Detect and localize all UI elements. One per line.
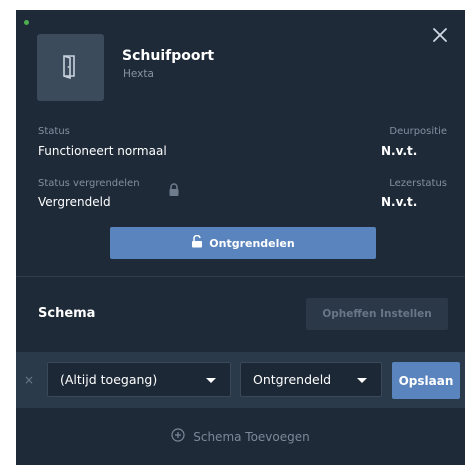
schema-title: Schema	[38, 306, 96, 321]
close-icon[interactable]	[429, 24, 451, 46]
door-icon	[60, 53, 82, 83]
lock-status-label: Status vergrendelen	[38, 178, 140, 189]
state-select[interactable]: Ontgrendeld	[240, 362, 382, 397]
reader-status-label: Lezerstatus	[389, 178, 447, 189]
door-position-value: N.v.t.	[381, 144, 418, 158]
device-panel: Schuifpoort Hexta Status Functioneert no…	[16, 10, 465, 465]
unlock-button-label: Ontgrendelen	[209, 236, 295, 250]
remove-row-icon[interactable]: ×	[24, 373, 34, 387]
access-select-value: (Altijd toegang)	[60, 372, 158, 387]
status-value: Functioneert normaal	[38, 144, 167, 158]
reader-status-value: N.v.t.	[381, 195, 418, 209]
save-button[interactable]: Opslaan	[392, 362, 460, 399]
device-image	[37, 34, 104, 101]
plus-circle-icon	[171, 428, 185, 445]
add-schema-button[interactable]: Schema Toevoegen	[16, 428, 465, 445]
unlock-button[interactable]: Ontgrendelen	[110, 227, 376, 259]
access-select[interactable]: (Altijd toegang)	[47, 362, 231, 397]
unlock-icon	[191, 234, 203, 251]
online-indicator	[24, 20, 29, 25]
lock-icon	[168, 182, 180, 201]
add-schema-label: Schema Toevoegen	[193, 429, 310, 444]
device-subtitle: Hexta	[123, 68, 154, 80]
chevron-down-icon	[206, 378, 216, 383]
state-select-value: Ontgrendeld	[253, 372, 332, 387]
section-divider	[16, 276, 465, 277]
chevron-down-icon	[357, 378, 367, 383]
device-title: Schuifpoort	[122, 48, 215, 64]
lock-status-value: Vergrendeld	[38, 195, 111, 209]
override-settings-button[interactable]: Opheffen Instellen	[306, 298, 448, 330]
door-position-label: Deurpositie	[389, 126, 447, 137]
status-label: Status	[38, 126, 70, 137]
